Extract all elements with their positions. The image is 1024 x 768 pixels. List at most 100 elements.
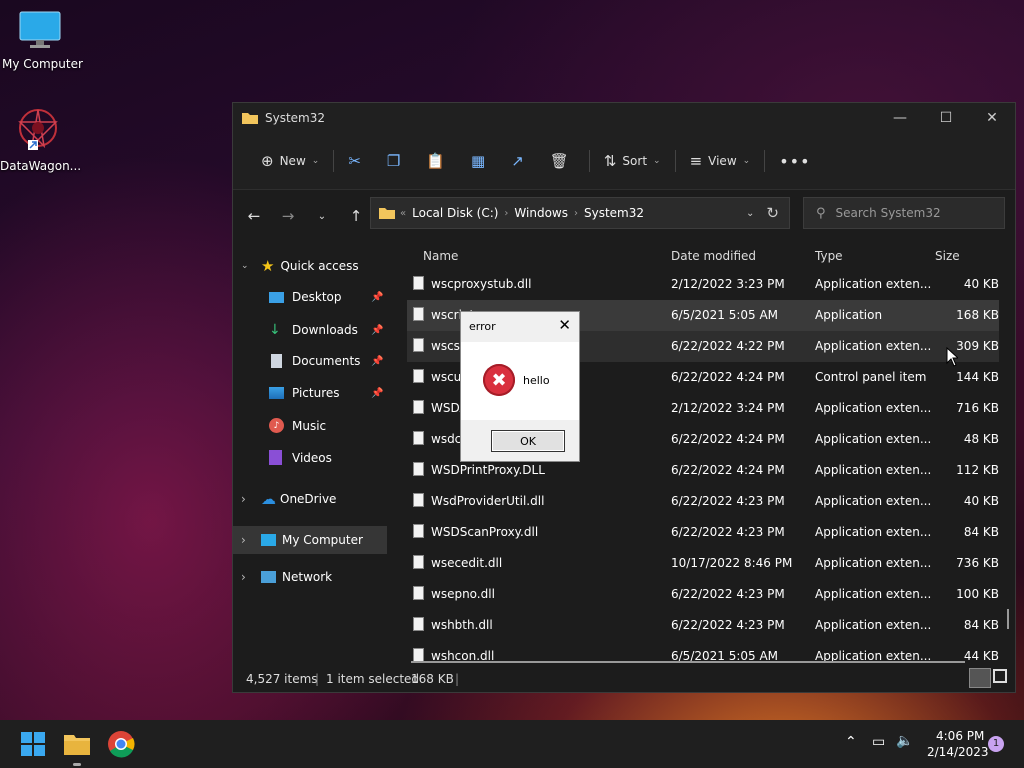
chrome-icon[interactable] bbox=[107, 730, 135, 758]
error-dialog: error ✕ ✖ hello OK bbox=[460, 311, 580, 462]
file-row[interactable]: wsecedit.dll 10/17/2022 8:46 PM Applicatio… bbox=[407, 548, 999, 579]
file-row[interactable]: wscproxystub.dll 2/12/2022 3:23 PM Applica… bbox=[407, 269, 999, 300]
search-placeholder: Search System32 bbox=[835, 206, 941, 220]
paste-button[interactable]: 📋 bbox=[416, 145, 461, 177]
music-icon: ♪ bbox=[269, 418, 284, 433]
file-row[interactable]: wsepno.dll 6/22/2022 4:23 PM Application e… bbox=[407, 579, 999, 610]
breadcrumb-local-disk[interactable]: Local Disk (C:) bbox=[412, 206, 498, 220]
pin-icon: 📌 bbox=[371, 291, 384, 303]
pin-icon: 📌 bbox=[371, 355, 384, 367]
view-button[interactable]: ≡ View ⌄ bbox=[680, 145, 761, 177]
cut-button[interactable]: ✂ bbox=[338, 145, 377, 177]
new-button[interactable]: ⊕ New ⌄ bbox=[251, 145, 329, 177]
dll-file-icon bbox=[413, 276, 424, 290]
desktop-icon-label: My Computer bbox=[2, 57, 83, 71]
file-type: Application exten... bbox=[815, 339, 932, 353]
dialog-body: ✖ hello bbox=[461, 342, 579, 420]
copy-icon: ❐ bbox=[386, 152, 401, 170]
breadcrumb-system32[interactable]: System32 bbox=[584, 206, 644, 220]
column-header-size[interactable]: Size bbox=[935, 249, 960, 263]
nav-quick-access[interactable]: ⌄ ★ Quick access bbox=[241, 257, 359, 275]
column-header-type[interactable]: Type bbox=[815, 249, 843, 263]
network-icon[interactable]: ▭ bbox=[872, 734, 885, 750]
rename-button[interactable]: ▦ bbox=[461, 145, 501, 177]
dll-file-icon bbox=[413, 493, 424, 507]
column-header-name[interactable]: Name bbox=[423, 249, 458, 263]
file-size: 144 KB bbox=[956, 370, 999, 384]
file-row[interactable]: wshcon.dll 6/5/2021 5:05 AM Application ex… bbox=[407, 641, 999, 661]
forward-button[interactable]: → bbox=[271, 207, 305, 225]
file-type: Application exten... bbox=[815, 556, 932, 570]
volume-icon[interactable]: 🔈 bbox=[896, 733, 913, 749]
nav-my-computer[interactable]: › My Computer bbox=[233, 526, 387, 554]
file-type: Application exten... bbox=[815, 432, 932, 446]
nav-network[interactable]: › Network bbox=[241, 570, 332, 584]
details-view-button[interactable] bbox=[969, 668, 991, 688]
desktop-icon-datawagon[interactable]: DataWagon... bbox=[0, 106, 81, 173]
plus-circle-icon: ⊕ bbox=[261, 152, 274, 170]
nav-label: Downloads bbox=[292, 323, 358, 337]
vertical-scrollbar[interactable] bbox=[1007, 609, 1009, 629]
sort-icon: ⇅ bbox=[603, 152, 617, 170]
desktop-icon-my-computer[interactable]: My Computer bbox=[2, 10, 83, 71]
breadcrumb-windows[interactable]: Windows bbox=[514, 206, 568, 220]
sort-button[interactable]: ⇅ Sort ⌄ bbox=[594, 145, 671, 177]
file-name: WSDPrintProxy.DLL bbox=[431, 463, 545, 477]
file-size: 309 KB bbox=[956, 339, 999, 353]
title-bar[interactable]: System32 — ☐ ✕ bbox=[233, 103, 1015, 133]
up-button[interactable]: ↑ bbox=[339, 207, 373, 225]
minimize-button[interactable]: — bbox=[877, 103, 923, 133]
share-button[interactable]: ↗ bbox=[501, 145, 540, 177]
taskbar: ⌃ ▭ 🔈 4:06 PM 2/14/2023 1 bbox=[0, 720, 1024, 768]
file-size: 40 KB bbox=[963, 494, 999, 508]
nav-label: Pictures bbox=[292, 386, 340, 400]
tiles-view-button[interactable] bbox=[993, 669, 1007, 683]
dialog-close-button[interactable]: ✕ bbox=[558, 316, 571, 334]
active-app-indicator bbox=[73, 763, 81, 766]
file-row[interactable]: WSDScanProxy.dll 6/22/2022 4:23 PM Applica… bbox=[407, 517, 999, 548]
horizontal-scrollbar[interactable] bbox=[411, 661, 965, 663]
delete-button[interactable]: 🗑 bbox=[540, 145, 585, 177]
more-options-button[interactable]: ••• bbox=[769, 145, 820, 177]
rename-icon: ▦ bbox=[471, 152, 486, 170]
search-box[interactable]: ⚲ Search System32 bbox=[803, 197, 1005, 229]
status-divider: | bbox=[315, 672, 320, 686]
chevron-down-icon: ⌄ bbox=[742, 156, 751, 166]
file-type: Application exten... bbox=[815, 618, 932, 632]
column-header-date[interactable]: Date modified bbox=[671, 249, 756, 263]
refresh-icon[interactable]: ↻ bbox=[766, 204, 779, 222]
status-bar: 4,527 items | 1 item selected 168 KB | bbox=[233, 666, 1015, 692]
pin-icon: 📌 bbox=[371, 387, 384, 399]
file-type: Application exten... bbox=[815, 463, 932, 477]
close-button[interactable]: ✕ bbox=[969, 103, 1015, 133]
file-date: 6/22/2022 4:24 PM bbox=[671, 432, 785, 446]
start-windows-icon[interactable] bbox=[19, 730, 47, 758]
search-icon: ⚲ bbox=[816, 205, 826, 221]
clock-time[interactable]: 4:06 PM bbox=[936, 729, 984, 743]
copy-button[interactable]: ❐ bbox=[377, 145, 416, 177]
file-row[interactable]: wshbth.dll 6/22/2022 4:23 PM Application e… bbox=[407, 610, 999, 641]
ok-button[interactable]: OK bbox=[491, 430, 565, 452]
nav-onedrive[interactable]: › ☁ OneDrive bbox=[241, 490, 336, 508]
chevron-right-icon: « bbox=[400, 207, 407, 219]
address-bar[interactable]: « Local Disk (C:) › Windows › System32 ⌄… bbox=[370, 197, 790, 229]
file-name: wscproxystub.dll bbox=[431, 277, 532, 291]
file-explorer-taskbar-icon[interactable] bbox=[63, 730, 91, 758]
chevron-right-icon: › bbox=[241, 570, 246, 584]
file-type: Application exten... bbox=[815, 649, 932, 661]
recent-locations-button[interactable]: ⌄ bbox=[305, 211, 339, 222]
back-button[interactable]: ← bbox=[237, 207, 271, 225]
notification-badge[interactable]: 1 bbox=[988, 736, 1004, 752]
sort-arrow-icon: ⌃ bbox=[537, 243, 545, 249]
chevron-down-icon[interactable]: ⌄ bbox=[746, 208, 754, 219]
nav-item-music[interactable]: ♪ Music bbox=[269, 418, 326, 433]
nav-item-videos[interactable]: Videos bbox=[269, 450, 332, 465]
trash-icon: 🗑 bbox=[549, 152, 569, 170]
folder-icon bbox=[242, 113, 258, 124]
folder-icon bbox=[379, 208, 395, 219]
chevron-up-icon[interactable]: ⌃ bbox=[845, 734, 857, 750]
clock-date[interactable]: 2/14/2023 bbox=[927, 745, 989, 759]
pictures-icon bbox=[269, 387, 284, 399]
file-row[interactable]: WsdProviderUtil.dll 6/22/2022 4:23 PM Appl… bbox=[407, 486, 999, 517]
maximize-button[interactable]: ☐ bbox=[923, 103, 969, 133]
